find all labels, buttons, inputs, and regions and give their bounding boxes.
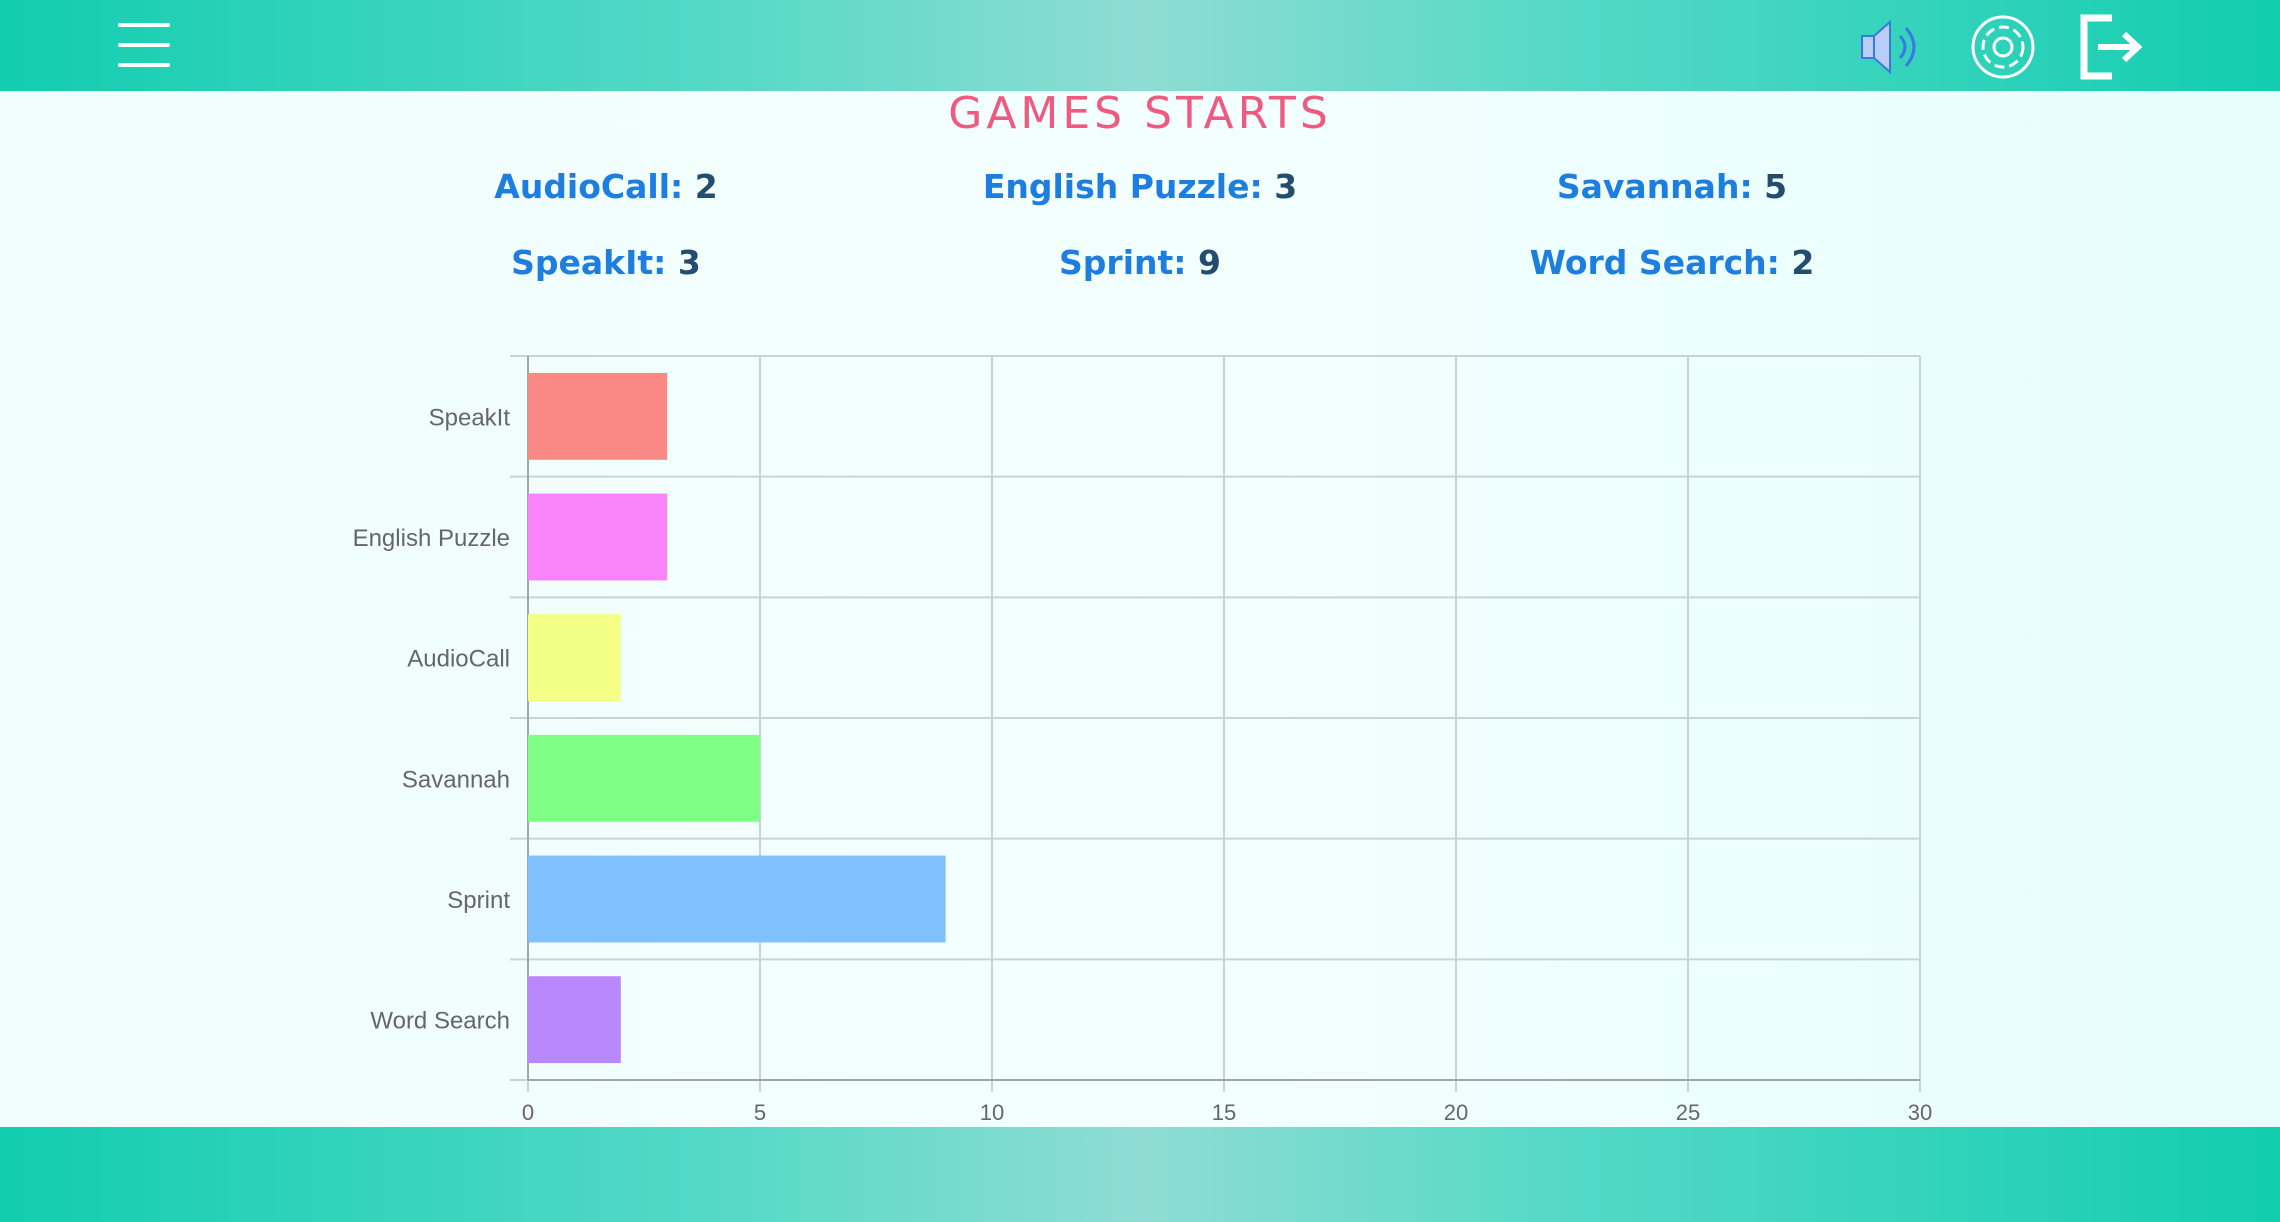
y-tick-label: Savannah [402, 766, 510, 793]
y-tick-label: AudioCall [407, 646, 510, 673]
x-tick-label: 30 [1908, 1100, 1932, 1125]
bar [528, 734, 760, 822]
bar [528, 855, 946, 943]
bar [528, 614, 621, 702]
footer-bar [0, 1127, 2280, 1222]
x-tick-label: 15 [1212, 1100, 1236, 1125]
y-tick-label: SpeakIt [429, 404, 511, 431]
x-tick-label: 10 [980, 1100, 1004, 1125]
x-tick-label: 0 [522, 1100, 534, 1125]
bar [528, 493, 668, 581]
x-tick-label: 25 [1676, 1100, 1700, 1125]
y-tick-label: Sprint [447, 887, 510, 914]
y-tick-label: Word Search [370, 1008, 510, 1035]
bar [528, 976, 621, 1064]
y-tick-label: English Puzzle [353, 525, 510, 552]
bar-chart: SpeakIt English Puzzle AudioCall Savannah Sp… [353, 355, 1932, 1125]
x-tick-label: 20 [1444, 1100, 1468, 1125]
x-tick-label: 5 [754, 1100, 766, 1125]
bar [528, 372, 668, 460]
